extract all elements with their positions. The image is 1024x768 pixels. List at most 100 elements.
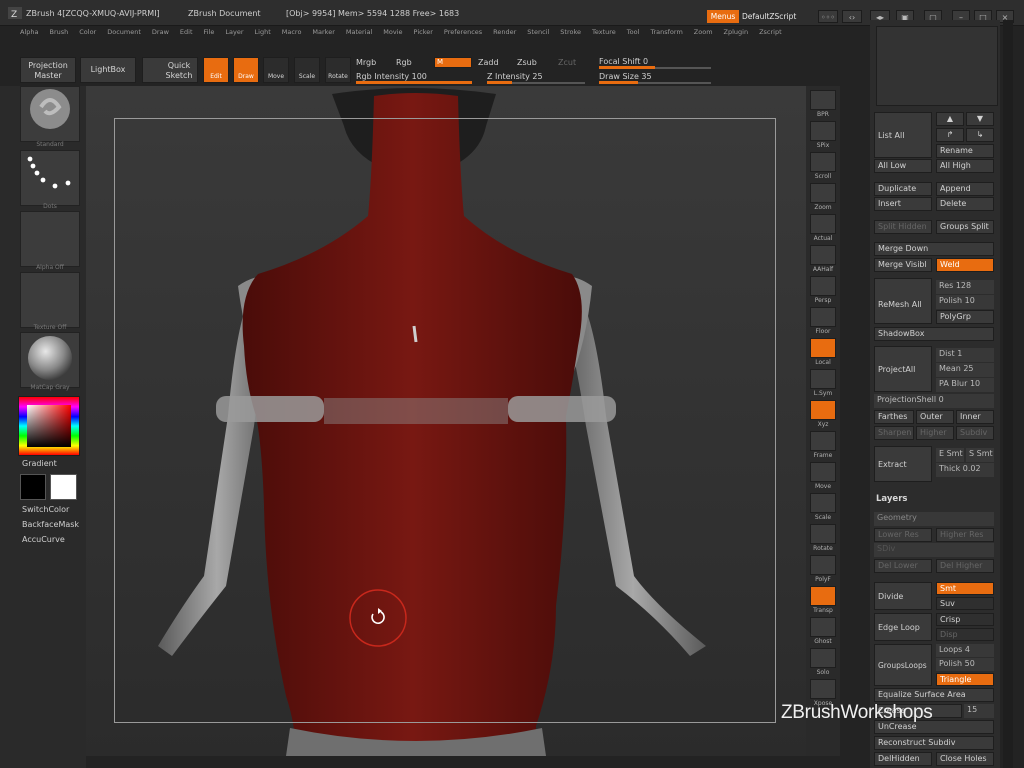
zadd-toggle[interactable]: Zadd — [478, 58, 499, 67]
subdiv-button[interactable]: Subdiv — [956, 426, 994, 440]
menu-document[interactable]: Document — [107, 28, 141, 40]
rotate-button[interactable]: Rotate — [325, 57, 351, 83]
crease-level-slider[interactable]: 15 — [964, 704, 994, 718]
rgb-intensity-label[interactable]: Rgb Intensity 100 — [356, 72, 427, 81]
shelf-move-button[interactable] — [810, 462, 836, 482]
arrow-right-icon[interactable]: ↱ — [936, 128, 964, 142]
shelf-zoom-button[interactable] — [810, 183, 836, 203]
list-all-button[interactable]: List All — [874, 112, 932, 158]
move-down-icon[interactable]: ▼ — [966, 112, 994, 126]
draw-button[interactable]: Draw — [233, 57, 259, 83]
sdiv-slider[interactable]: SDiv — [874, 543, 994, 557]
lower-res-button[interactable]: Lower Res — [874, 528, 932, 542]
all-low-button[interactable]: All Low — [874, 159, 932, 173]
thick-slider[interactable]: Thick 0.02 — [936, 463, 994, 477]
quick-sketch-button[interactable]: Quick Sketch — [142, 57, 198, 83]
duplicate-button[interactable]: Duplicate — [874, 182, 932, 196]
menus-button[interactable]: Menus — [707, 10, 739, 23]
color-picker[interactable] — [18, 396, 80, 456]
res-slider[interactable]: Res 128 — [936, 280, 994, 294]
subtool-list-preview[interactable] — [876, 26, 998, 106]
outer-button[interactable]: Outer — [916, 410, 954, 424]
menu-zscript[interactable]: Zscript — [759, 28, 782, 40]
menu-file[interactable]: File — [204, 28, 215, 40]
brush-thumbnail[interactable] — [20, 86, 80, 142]
menu-zplugin[interactable]: Zplugin — [724, 28, 749, 40]
rename-button[interactable]: Rename — [936, 144, 994, 158]
zcut-toggle[interactable]: Zcut — [558, 58, 576, 67]
dist-slider[interactable]: Dist 1 — [936, 348, 994, 362]
shelf-spix-button[interactable] — [810, 121, 836, 141]
m-toggle[interactable]: M — [434, 57, 472, 68]
split-hidden-button[interactable]: Split Hidden — [874, 220, 932, 234]
menu-transform[interactable]: Transform — [650, 28, 682, 40]
reconstruct-subdiv-button[interactable]: Reconstruct Subdiv — [874, 736, 994, 750]
merge-visible-button[interactable]: Merge Visibl — [874, 258, 932, 272]
loops-slider[interactable]: Loops 4 — [936, 644, 994, 657]
z-intensity-label[interactable]: Z Intensity 25 — [487, 72, 543, 81]
accucurve-button[interactable]: AccuCurve — [22, 535, 65, 544]
mrgb-toggle[interactable]: Mrgb — [356, 58, 376, 67]
menu-preferences[interactable]: Preferences — [444, 28, 482, 40]
gradient-label[interactable]: Gradient — [22, 459, 57, 468]
stroke-thumbnail[interactable] — [20, 150, 80, 206]
higher-button[interactable]: Higher — [916, 426, 954, 440]
shelf-rotate-button[interactable] — [810, 524, 836, 544]
polish-loops-slider[interactable]: Polish 50 — [936, 658, 994, 671]
del-higher-button[interactable]: Del Higher — [936, 559, 994, 573]
edge-loop-button[interactable]: Edge Loop — [874, 613, 932, 641]
document-canvas[interactable] — [86, 86, 806, 756]
default-zscript-label[interactable]: DefaultZScript — [742, 10, 796, 23]
append-button[interactable]: Append — [936, 182, 994, 196]
scale-button[interactable]: Scale — [294, 57, 320, 83]
shelf-frame-button[interactable] — [810, 431, 836, 451]
menu-edit[interactable]: Edit — [180, 28, 193, 40]
project-all-button[interactable]: ProjectAll — [874, 346, 932, 392]
main-color-swatch[interactable] — [50, 474, 77, 500]
remesh-all-button[interactable]: ReMesh All — [874, 278, 932, 324]
triangle-toggle[interactable]: Triangle — [936, 673, 994, 686]
geometry-subpalette[interactable]: Geometry — [874, 512, 994, 526]
shelf-transp-button[interactable] — [810, 586, 836, 606]
tray-scrollbar[interactable] — [1003, 20, 1013, 768]
higher-res-button[interactable]: Higher Res — [936, 528, 994, 542]
shelf-floor-button[interactable] — [810, 307, 836, 327]
menu-tool[interactable]: Tool — [627, 28, 640, 40]
weld-toggle[interactable]: Weld — [936, 258, 994, 272]
menu-material[interactable]: Material — [346, 28, 372, 40]
suv-toggle[interactable]: Suv — [936, 597, 994, 610]
shelf-bpr-button[interactable] — [810, 90, 836, 110]
menu-stroke[interactable]: Stroke — [560, 28, 581, 40]
switch-color-button[interactable]: SwitchColor — [22, 505, 69, 514]
del-lower-button[interactable]: Del Lower — [874, 559, 932, 573]
draw-size-label[interactable]: Draw Size 35 — [599, 72, 652, 81]
menu-light[interactable]: Light — [255, 28, 271, 40]
lightbox-button[interactable]: LightBox — [80, 57, 136, 83]
menu-texture[interactable]: Texture — [592, 28, 616, 40]
arrows-icon[interactable]: ‹› — [842, 10, 862, 23]
all-high-button[interactable]: All High — [936, 159, 994, 173]
farthest-button[interactable]: Farthes — [874, 410, 914, 424]
s-smt-slider[interactable]: S Smt — [966, 448, 994, 462]
rgb-toggle[interactable]: Rgb — [396, 58, 412, 67]
alpha-thumbnail[interactable] — [20, 211, 80, 267]
shelf-local-button[interactable] — [810, 338, 836, 358]
crisp-toggle[interactable]: Crisp — [936, 613, 994, 626]
menu-layer[interactable]: Layer — [225, 28, 243, 40]
merge-down-button[interactable]: Merge Down — [874, 242, 994, 256]
polygrp-button[interactable]: PolyGrp — [936, 310, 994, 324]
menu-brush[interactable]: Brush — [49, 28, 68, 40]
menu-picker[interactable]: Picker — [414, 28, 433, 40]
insert-button[interactable]: Insert — [874, 197, 932, 211]
secondary-color-swatch[interactable] — [20, 474, 46, 500]
equalize-surface-area-button[interactable]: Equalize Surface Area — [874, 688, 994, 702]
sharpen-button[interactable]: Sharpen — [874, 426, 914, 440]
smt-toggle[interactable]: Smt — [936, 582, 994, 595]
shelf-solo-button[interactable] — [810, 648, 836, 668]
move-button[interactable]: Move — [263, 57, 289, 83]
focal-shift-label[interactable]: Focal Shift 0 — [599, 57, 648, 66]
shelf-scroll-button[interactable] — [810, 152, 836, 172]
shelf-lsym-button[interactable] — [810, 369, 836, 389]
groups-loops-button[interactable]: GroupsLoops — [874, 644, 932, 686]
projection-master-button[interactable]: Projection Master — [20, 57, 76, 83]
